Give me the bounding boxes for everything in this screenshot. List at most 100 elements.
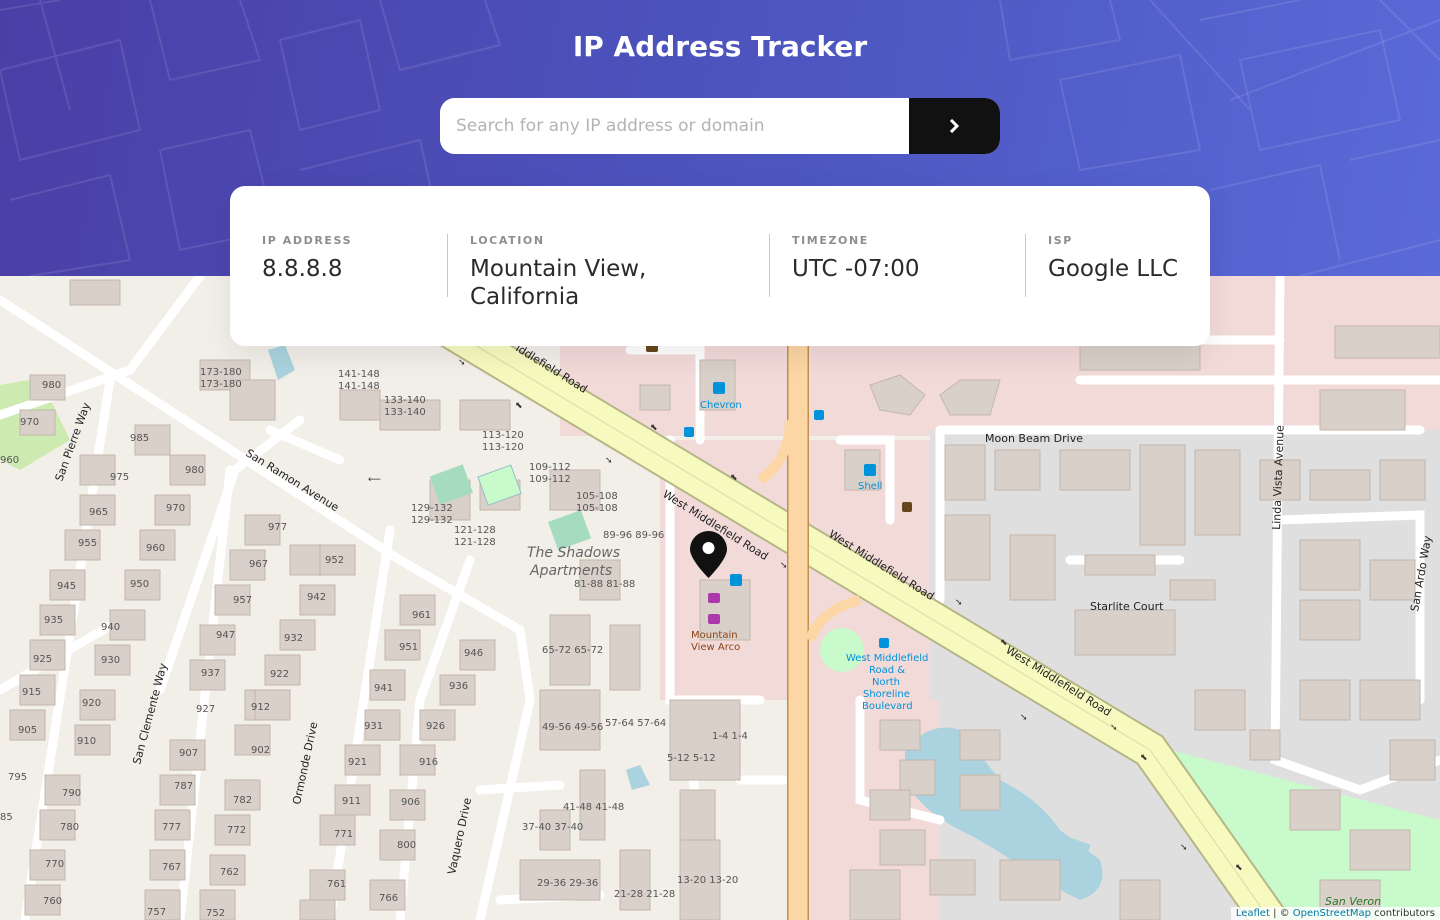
svg-text:⬉: ⬉ bbox=[1140, 753, 1148, 763]
svg-text:81-88 81-88: 81-88 81-88 bbox=[574, 579, 635, 590]
svg-text:173-180: 173-180 bbox=[200, 367, 242, 378]
svg-text:985: 985 bbox=[130, 433, 149, 444]
svg-text:⬉: ⬉ bbox=[650, 423, 658, 433]
openstreetmap-link[interactable]: OpenStreetMap bbox=[1293, 908, 1371, 919]
svg-text:912: 912 bbox=[251, 702, 270, 713]
place-label-arco: View Arco bbox=[691, 642, 740, 653]
svg-text:937: 937 bbox=[201, 668, 220, 679]
svg-text:951: 951 bbox=[399, 642, 418, 653]
svg-text:795: 795 bbox=[8, 772, 27, 783]
svg-text:780: 780 bbox=[60, 822, 79, 833]
svg-text:911: 911 bbox=[342, 796, 361, 807]
place-label-bus-stop: North bbox=[872, 677, 900, 688]
search-button[interactable] bbox=[909, 98, 1000, 154]
place-label-chevron: Chevron bbox=[700, 400, 742, 411]
timezone-block: TIMEZONE UTC -07:00 bbox=[792, 234, 920, 283]
svg-text:980: 980 bbox=[185, 465, 204, 476]
map-view[interactable]: 173-180 173-180 141-148 141-148 133-140 133… bbox=[0, 276, 1440, 920]
svg-text:⟵: ⟵ bbox=[368, 475, 381, 485]
svg-text:790: 790 bbox=[62, 788, 81, 799]
svg-text:113-120: 113-120 bbox=[482, 430, 524, 441]
ip-address-value: 8.8.8.8 bbox=[262, 256, 343, 282]
svg-text:905: 905 bbox=[18, 725, 37, 736]
svg-text:113-120: 113-120 bbox=[482, 442, 524, 453]
attribution-separator: | © bbox=[1269, 908, 1293, 919]
svg-text:766: 766 bbox=[379, 893, 398, 904]
svg-text:⬉: ⬉ bbox=[730, 473, 738, 483]
svg-text:➘: ➘ bbox=[1180, 843, 1188, 853]
svg-text:926: 926 bbox=[426, 721, 445, 732]
svg-text:970: 970 bbox=[20, 417, 39, 428]
svg-text:925: 925 bbox=[33, 654, 52, 665]
svg-text:955: 955 bbox=[78, 538, 97, 549]
svg-text:37-40 37-40: 37-40 37-40 bbox=[522, 822, 583, 833]
divider bbox=[447, 234, 448, 297]
svg-text:129-132: 129-132 bbox=[411, 503, 453, 514]
svg-text:941: 941 bbox=[374, 683, 393, 694]
svg-text:➘: ➘ bbox=[1020, 713, 1028, 723]
search-input[interactable] bbox=[440, 98, 909, 154]
svg-text:121-128: 121-128 bbox=[454, 537, 496, 548]
svg-text:65-72 65-72: 65-72 65-72 bbox=[542, 645, 603, 656]
svg-text:141-148: 141-148 bbox=[338, 381, 380, 392]
svg-text:935: 935 bbox=[44, 615, 63, 626]
place-label-arco: Mountain bbox=[691, 630, 738, 641]
svg-text:105-108: 105-108 bbox=[576, 503, 618, 514]
svg-text:⬉: ⬉ bbox=[1000, 638, 1008, 648]
leaflet-link[interactable]: Leaflet bbox=[1236, 908, 1270, 919]
svg-text:931: 931 bbox=[364, 721, 383, 732]
svg-text:➘: ➘ bbox=[780, 561, 788, 571]
svg-text:752: 752 bbox=[206, 908, 225, 919]
svg-text:947: 947 bbox=[216, 630, 235, 641]
svg-text:760: 760 bbox=[43, 896, 62, 907]
svg-text:5-12 5-12: 5-12 5-12 bbox=[667, 753, 716, 764]
svg-text:129-132: 129-132 bbox=[411, 515, 453, 526]
place-label-bus-stop: Shoreline bbox=[863, 689, 910, 700]
timezone-label: TIMEZONE bbox=[792, 234, 869, 247]
svg-text:757: 757 bbox=[147, 907, 166, 918]
svg-text:13-20 13-20: 13-20 13-20 bbox=[677, 875, 738, 886]
svg-text:777: 777 bbox=[162, 822, 181, 833]
svg-text:952: 952 bbox=[325, 555, 344, 566]
place-label-shadows: Apartments bbox=[529, 563, 612, 579]
svg-text:761: 761 bbox=[327, 879, 346, 890]
svg-text:771: 771 bbox=[334, 829, 353, 840]
svg-text:902: 902 bbox=[251, 745, 270, 756]
svg-text:49-56 49-56: 49-56 49-56 bbox=[542, 722, 603, 733]
svg-text:940: 940 bbox=[101, 622, 120, 633]
svg-text:173-180: 173-180 bbox=[200, 379, 242, 390]
svg-text:920: 920 bbox=[82, 698, 101, 709]
svg-text:21-28 21-28: 21-28 21-28 bbox=[614, 889, 675, 900]
svg-text:29-36 29-36: 29-36 29-36 bbox=[537, 878, 598, 889]
svg-text:965: 965 bbox=[89, 507, 108, 518]
info-card: IP ADDRESS 8.8.8.8 LOCATION Mountain Vie… bbox=[230, 186, 1210, 346]
svg-text:141-148: 141-148 bbox=[338, 369, 380, 380]
svg-text:➘: ➘ bbox=[605, 456, 613, 466]
svg-text:772: 772 bbox=[227, 825, 246, 836]
svg-text:133-140: 133-140 bbox=[384, 407, 426, 418]
svg-text:906: 906 bbox=[401, 797, 420, 808]
svg-text:936: 936 bbox=[449, 681, 468, 692]
location-value-line1: Mountain View, bbox=[470, 256, 647, 282]
svg-text:960: 960 bbox=[0, 455, 19, 466]
svg-text:907: 907 bbox=[179, 748, 198, 759]
svg-text:967: 967 bbox=[249, 559, 268, 570]
place-label-bus-stop: West Middlefield bbox=[846, 653, 928, 664]
place-label-bus-stop: Boulevard bbox=[862, 701, 913, 712]
location-value-line2: California bbox=[470, 284, 580, 310]
divider bbox=[1025, 234, 1026, 297]
svg-text:121-128: 121-128 bbox=[454, 525, 496, 536]
svg-text:109-112: 109-112 bbox=[529, 462, 571, 473]
svg-text:800: 800 bbox=[397, 840, 416, 851]
isp-value: Google LLC bbox=[1048, 256, 1179, 282]
svg-text:980: 980 bbox=[42, 380, 61, 391]
svg-text:945: 945 bbox=[57, 581, 76, 592]
svg-text:767: 767 bbox=[162, 862, 181, 873]
timezone-value: UTC -07:00 bbox=[792, 256, 920, 282]
svg-text:782: 782 bbox=[233, 795, 252, 806]
svg-text:960: 960 bbox=[146, 543, 165, 554]
svg-text:916: 916 bbox=[419, 757, 438, 768]
place-label-shell: Shell bbox=[858, 481, 882, 492]
svg-text:➘: ➘ bbox=[955, 598, 963, 608]
isp-block: ISP Google LLC bbox=[1048, 234, 1178, 283]
